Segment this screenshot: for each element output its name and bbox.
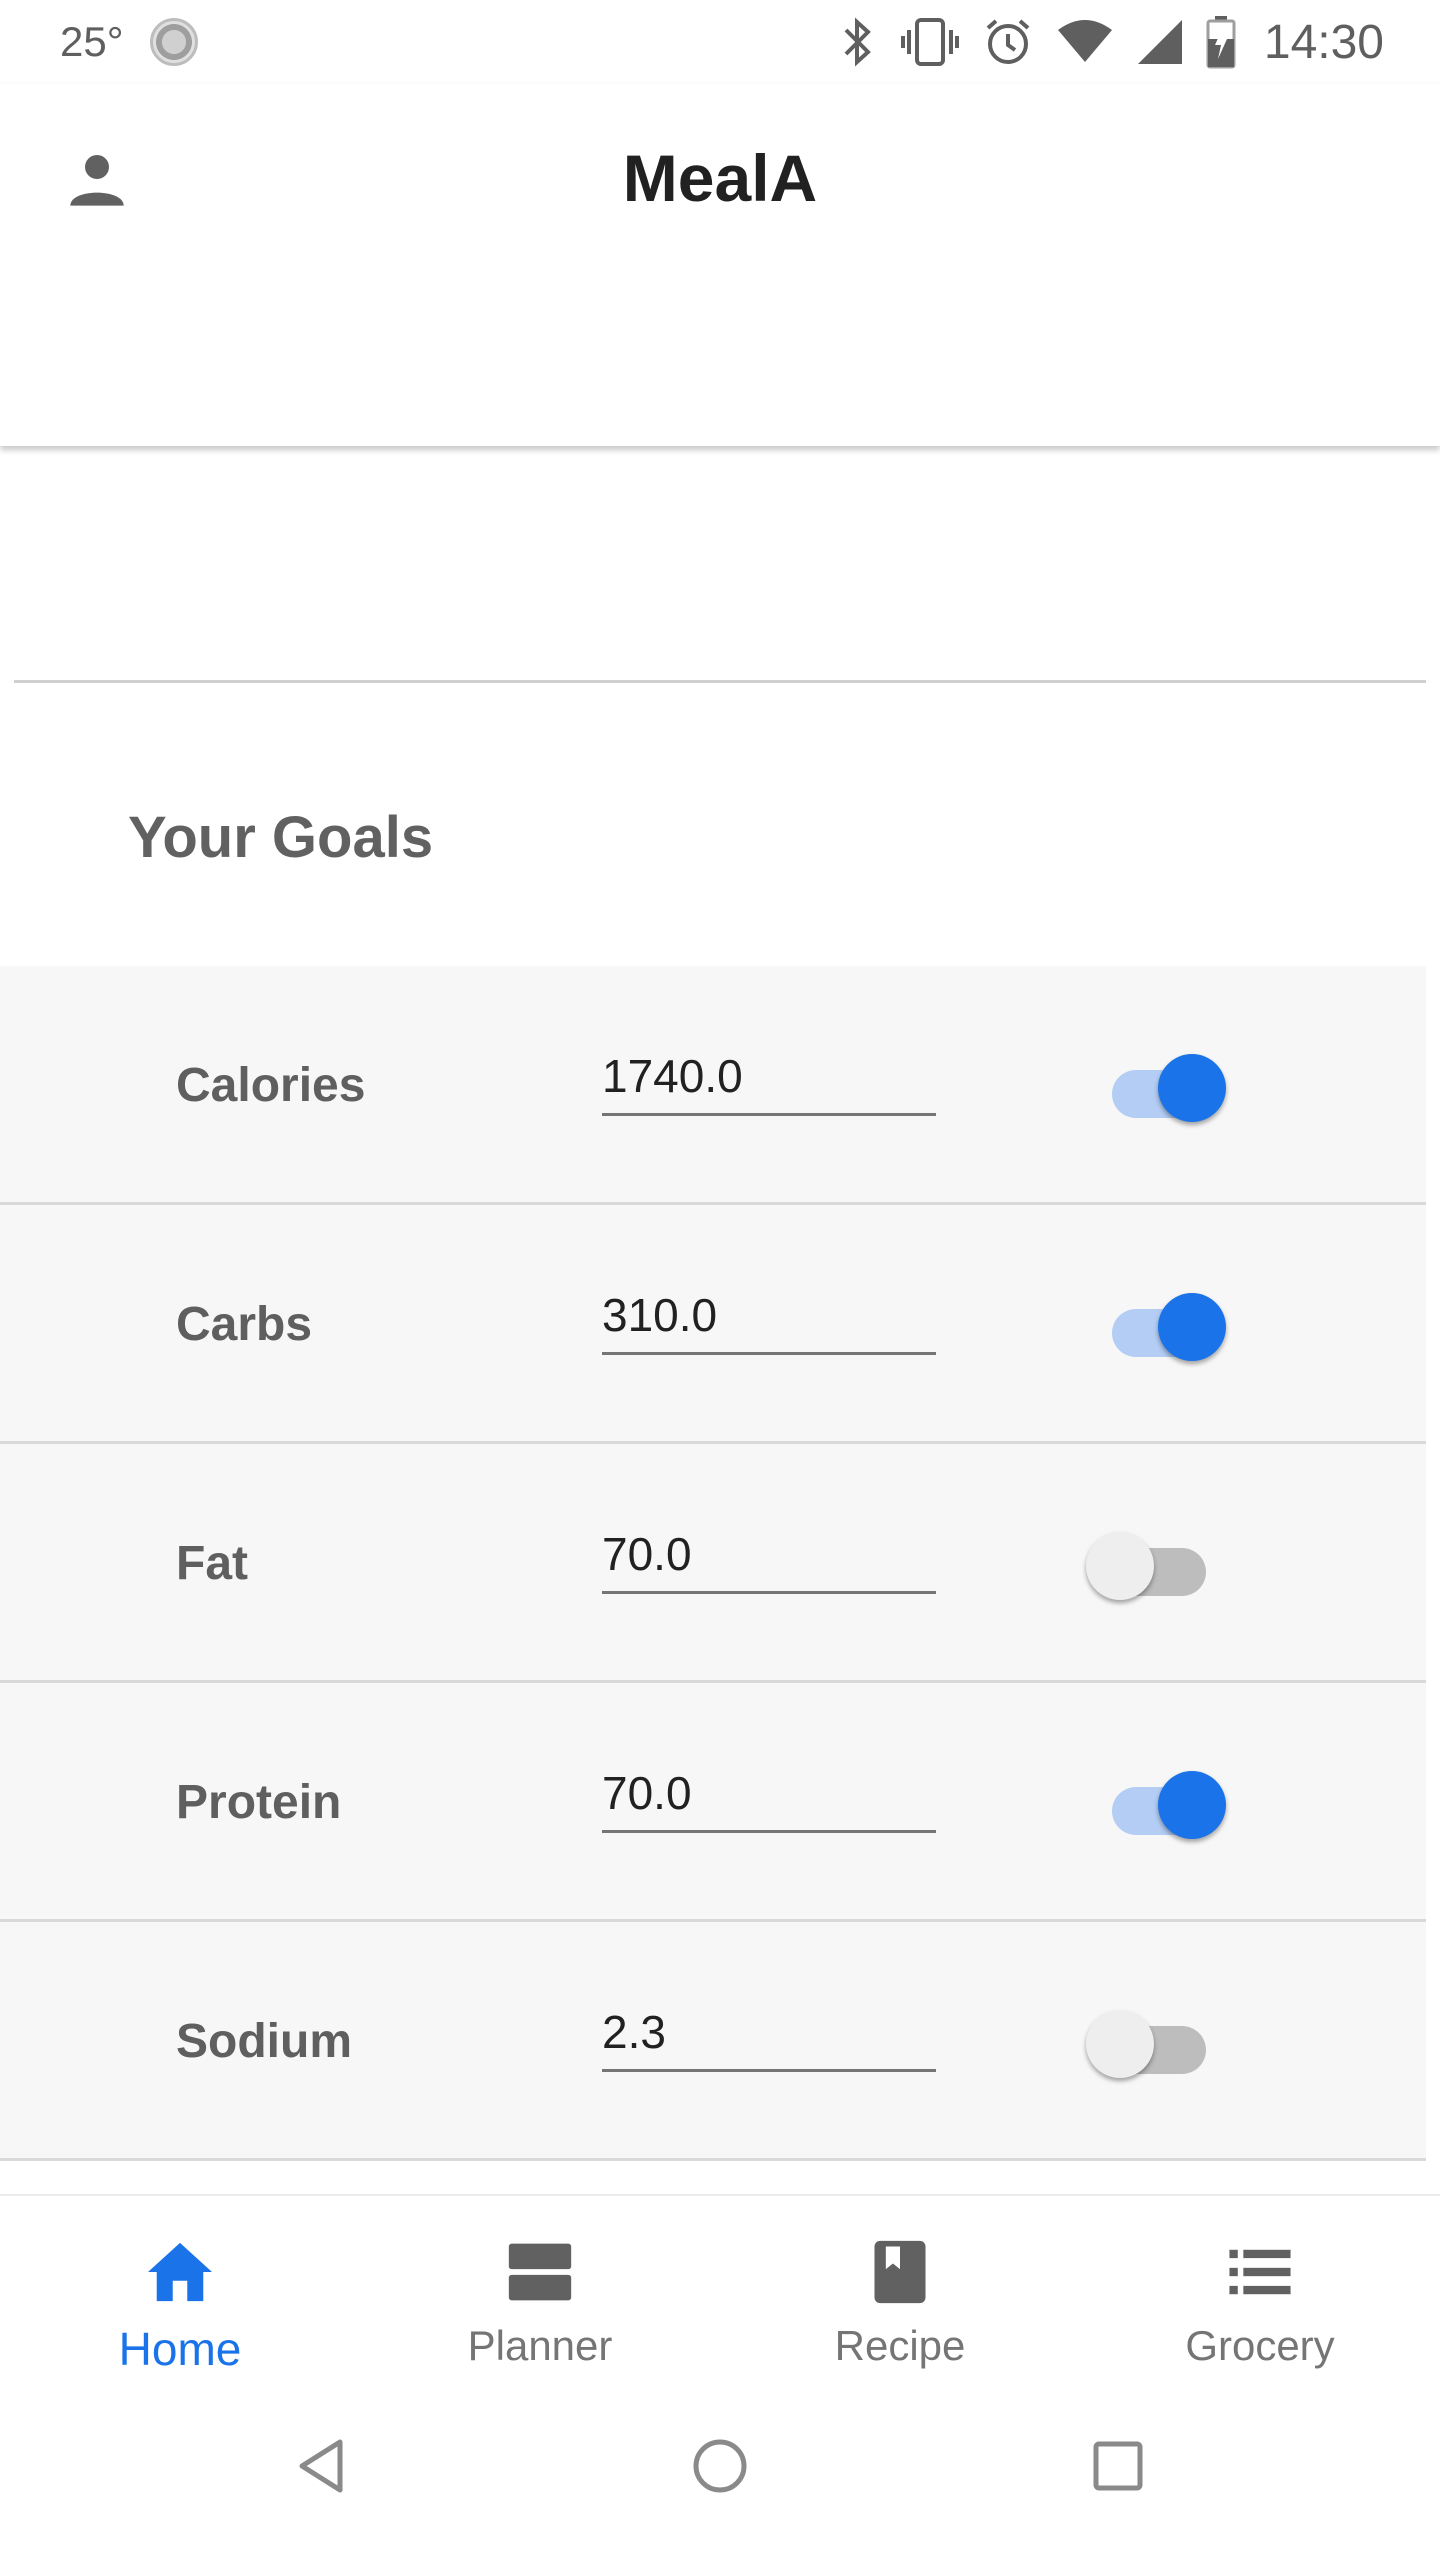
nav-item-planner[interactable]: Planner (360, 2196, 720, 2384)
nav-item-recipe[interactable]: Recipe (720, 2196, 1080, 2384)
status-left: 25° (60, 16, 198, 68)
goal-label: Calories (176, 1059, 366, 1112)
back-button[interactable] (282, 2428, 362, 2508)
goal-row-sodium: Sodium (0, 1922, 1426, 2161)
list-icon (1226, 2232, 1294, 2312)
status-right: 14:30 (838, 14, 1384, 70)
goal-toggle[interactable] (1086, 1524, 1232, 1604)
goal-label: Sodium (176, 2015, 352, 2068)
home-circle-icon (690, 2436, 750, 2501)
system-navigation-bar (0, 2384, 1440, 2560)
temperature-text: 25° (60, 18, 124, 65)
toggle-thumb (1086, 1532, 1154, 1600)
toggle-thumb (1086, 2010, 1154, 2078)
goal-toggle[interactable] (1086, 2002, 1232, 2082)
goal-toggle[interactable] (1086, 1285, 1232, 1365)
bluetooth-icon (838, 16, 878, 68)
goal-label: Protein (176, 1776, 342, 1829)
weather-icon (149, 18, 198, 66)
goal-value-input[interactable] (602, 1761, 936, 1833)
battery-icon (1206, 15, 1236, 69)
alarm-icon (982, 16, 1034, 68)
home-system-button[interactable] (680, 2428, 760, 2508)
goals-list: Calories Carbs Fat Protein (0, 966, 1426, 2161)
goal-row-fat: Fat (0, 1444, 1426, 1683)
app-bar: MealA (0, 84, 1440, 446)
goal-row-carbs: Carbs (0, 1205, 1426, 1444)
goal-row-protein: Protein (0, 1683, 1426, 1922)
goal-value-input[interactable] (602, 1044, 936, 1116)
nav-label: Planner (467, 2322, 613, 2369)
app-title: MealA (622, 141, 818, 215)
status-bar: 25° 14:30 (0, 0, 1440, 84)
toggle-thumb (1158, 1054, 1226, 1122)
goal-row-calories: Calories (0, 966, 1426, 1205)
planner-icon (506, 2232, 574, 2312)
goal-value-input[interactable] (602, 1283, 936, 1355)
home-icon (144, 2232, 216, 2312)
goal-toggle[interactable] (1086, 1046, 1232, 1126)
nav-label: Home (118, 2323, 242, 2375)
back-triangle-icon (294, 2436, 350, 2501)
recents-button[interactable] (1078, 2428, 1158, 2508)
wifi-icon (1056, 18, 1114, 66)
nav-item-home[interactable]: Home (0, 2196, 360, 2384)
section-title: Your Goals (128, 805, 434, 870)
nav-label: Recipe (834, 2322, 966, 2369)
goal-value-input[interactable] (602, 2000, 936, 2072)
goal-label: Carbs (176, 1298, 313, 1351)
clock-text: 14:30 (1263, 15, 1384, 69)
toggle-thumb (1158, 1293, 1226, 1361)
recents-square-icon (1090, 2438, 1146, 2499)
bottom-navigation: Home Planner Recipe Grocery (0, 2194, 1440, 2384)
goal-value-input[interactable] (602, 1522, 936, 1594)
nav-item-grocery[interactable]: Grocery (1080, 2196, 1440, 2384)
book-icon (871, 2232, 929, 2312)
toggle-thumb (1158, 1771, 1226, 1839)
signal-icon (1136, 18, 1184, 66)
goal-label: Fat (176, 1537, 248, 1590)
nav-label: Grocery (1185, 2322, 1335, 2369)
divider (14, 680, 1426, 683)
vibrate-icon (900, 16, 960, 68)
goal-toggle[interactable] (1086, 1763, 1232, 1843)
